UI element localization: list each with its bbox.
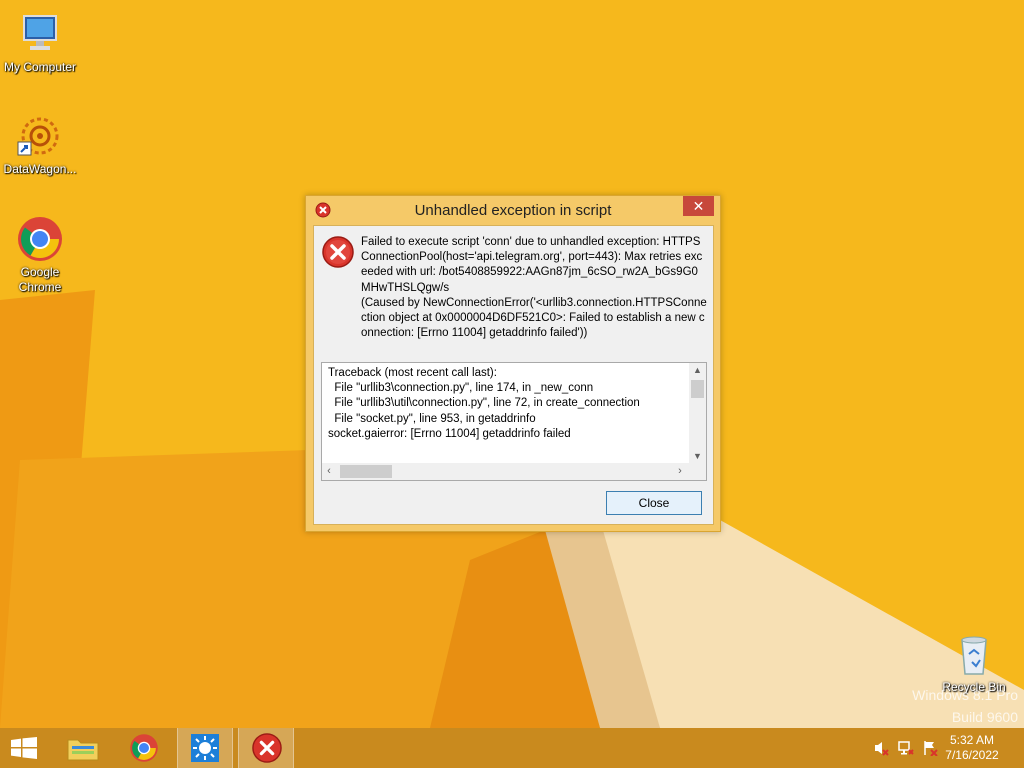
taskbar-app-sun[interactable] bbox=[177, 728, 233, 768]
dialog-title-bar[interactable]: Unhandled exception in script ✕ bbox=[306, 196, 720, 224]
taskbar: 5:32 AM 7/16/2022 bbox=[0, 728, 1024, 768]
watermark-line-2: Build 9600 bbox=[951, 709, 1018, 725]
title-close-button[interactable]: ✕ bbox=[683, 196, 714, 216]
dialog-title: Unhandled exception in script bbox=[414, 202, 612, 219]
taskbar-chrome[interactable] bbox=[116, 728, 172, 768]
vertical-scroll-thumb[interactable] bbox=[691, 380, 704, 398]
scrollbar-corner bbox=[689, 463, 706, 480]
chrome-icon bbox=[16, 215, 64, 263]
sun-app-icon bbox=[191, 734, 219, 767]
recycle-bin-icon bbox=[950, 630, 998, 678]
datawagon-icon bbox=[16, 112, 64, 160]
horizontal-scroll-thumb[interactable] bbox=[340, 465, 392, 478]
folder-icon bbox=[66, 734, 100, 767]
desktop-icon-datawagon[interactable]: DataWagon... bbox=[0, 112, 80, 177]
vertical-scrollbar[interactable]: ▲ ▼ bbox=[689, 363, 706, 463]
error-icon bbox=[322, 236, 354, 268]
error-icon bbox=[252, 733, 282, 768]
desktop-icon-label: My Computer bbox=[3, 60, 77, 74]
scroll-left-icon[interactable]: ‹ bbox=[322, 463, 336, 480]
scroll-down-icon[interactable]: ▼ bbox=[689, 449, 706, 463]
taskbar-clock[interactable]: 5:32 AM 7/16/2022 bbox=[942, 733, 1002, 763]
action-center-flag-icon[interactable] bbox=[922, 740, 938, 757]
desktop-icon-label: Google Chrome bbox=[18, 265, 62, 294]
traceback-textbox[interactable]: Traceback (most recent call last): File … bbox=[321, 362, 707, 481]
taskbar-file-explorer[interactable] bbox=[56, 728, 112, 768]
clock-date: 7/16/2022 bbox=[945, 748, 999, 762]
error-message: Failed to execute script 'conn' due to u… bbox=[361, 236, 707, 340]
network-icon[interactable] bbox=[898, 740, 914, 756]
exception-dialog: Unhandled exception in script ✕ Failed t… bbox=[305, 195, 721, 532]
traceback-text[interactable]: Traceback (most recent call last): File … bbox=[328, 366, 684, 458]
desktop-icon-google-chrome[interactable]: Google Chrome bbox=[0, 215, 80, 295]
windows-logo-icon bbox=[11, 737, 37, 764]
scroll-up-icon[interactable]: ▲ bbox=[689, 363, 706, 377]
chrome-icon bbox=[129, 733, 159, 768]
watermark-line-1: Windows 8.1 Pro bbox=[912, 687, 1018, 703]
start-button[interactable] bbox=[0, 728, 48, 768]
dialog-body: Failed to execute script 'conn' due to u… bbox=[313, 225, 714, 525]
computer-icon bbox=[16, 10, 64, 58]
desktop-icon-my-computer[interactable]: My Computer bbox=[0, 10, 80, 75]
windows-watermark: Windows 8.1 Pro Build 9600 bbox=[912, 684, 1018, 728]
horizontal-scrollbar[interactable]: ‹ › bbox=[322, 463, 689, 480]
speaker-muted-icon[interactable] bbox=[873, 740, 889, 756]
scroll-right-icon[interactable]: › bbox=[673, 463, 687, 480]
close-button[interactable]: Close bbox=[606, 491, 702, 515]
desktop-icon-label: DataWagon... bbox=[3, 162, 77, 176]
taskbar-error-app[interactable] bbox=[238, 728, 294, 768]
clock-time: 5:32 AM bbox=[949, 733, 995, 747]
